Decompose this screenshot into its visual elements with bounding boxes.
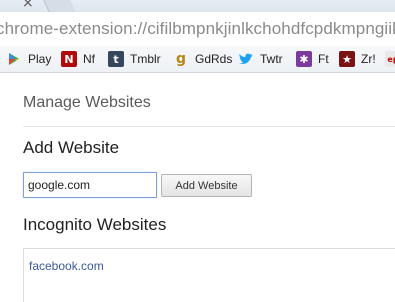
- page-title: Manage Websites: [23, 94, 151, 111]
- bookmark-label: Ft: [318, 52, 329, 66]
- film-reel-icon: ✱: [296, 51, 312, 67]
- incognito-website-item[interactable]: facebook.com: [29, 259, 104, 273]
- website-input[interactable]: [23, 172, 157, 198]
- add-website-heading: Add Website: [23, 138, 120, 157]
- bookmark-label: Tmblr: [130, 52, 161, 66]
- bookmark-label: Twtr: [260, 52, 283, 66]
- bookmark-twitter[interactable]: Twtr: [238, 50, 283, 68]
- incognito-websites-list: facebook.com: [23, 248, 395, 302]
- browser-window: × chrome-extension://cifilbmpnkjinlkchoh…: [0, 0, 395, 302]
- bookmark-label: Nf: [83, 52, 95, 66]
- new-tab-button[interactable]: [43, 0, 76, 12]
- tumblr-icon: t: [108, 51, 124, 67]
- bookmarks-bar: Play N Nf t Tmblr g GdRds Twtr ✱ Ft ★ Zr…: [0, 46, 395, 73]
- bookmark-label: Play: [28, 52, 52, 66]
- bookmark-zr[interactable]: ★ Zr!: [339, 50, 376, 68]
- bookmark-label: Zr!: [361, 52, 376, 66]
- address-bar[interactable]: chrome-extension://cifilbmpnkjinlkchohdf…: [0, 12, 395, 47]
- bookmark-ft[interactable]: ✱ Ft: [296, 50, 329, 68]
- google-play-icon: [6, 51, 22, 67]
- incognito-websites-heading: Incognito Websites: [23, 215, 167, 234]
- netflix-icon: N: [61, 51, 77, 67]
- bookmark-label: GdRds: [195, 52, 233, 66]
- twitter-icon: [238, 51, 254, 67]
- title-divider: [23, 126, 395, 127]
- bookmark-epicurious[interactable]: ep: [385, 50, 395, 68]
- bookmark-play[interactable]: Play: [6, 50, 51, 68]
- bookmark-tumblr[interactable]: t Tmblr: [108, 50, 161, 68]
- bookmark-goodreads[interactable]: g GdRds: [173, 50, 232, 68]
- epicurious-icon: ep: [385, 51, 395, 67]
- tab-close-icon[interactable]: ×: [22, 0, 34, 11]
- tab-strip: ×: [0, 0, 395, 12]
- bookmark-netflix[interactable]: N Nf: [61, 50, 95, 68]
- goodreads-icon: g: [175, 51, 187, 67]
- add-website-button[interactable]: Add Website: [161, 174, 252, 197]
- address-bar-url[interactable]: chrome-extension://cifilbmpnkjinlkchohdf…: [0, 19, 395, 39]
- zero-icon: ★: [339, 51, 355, 67]
